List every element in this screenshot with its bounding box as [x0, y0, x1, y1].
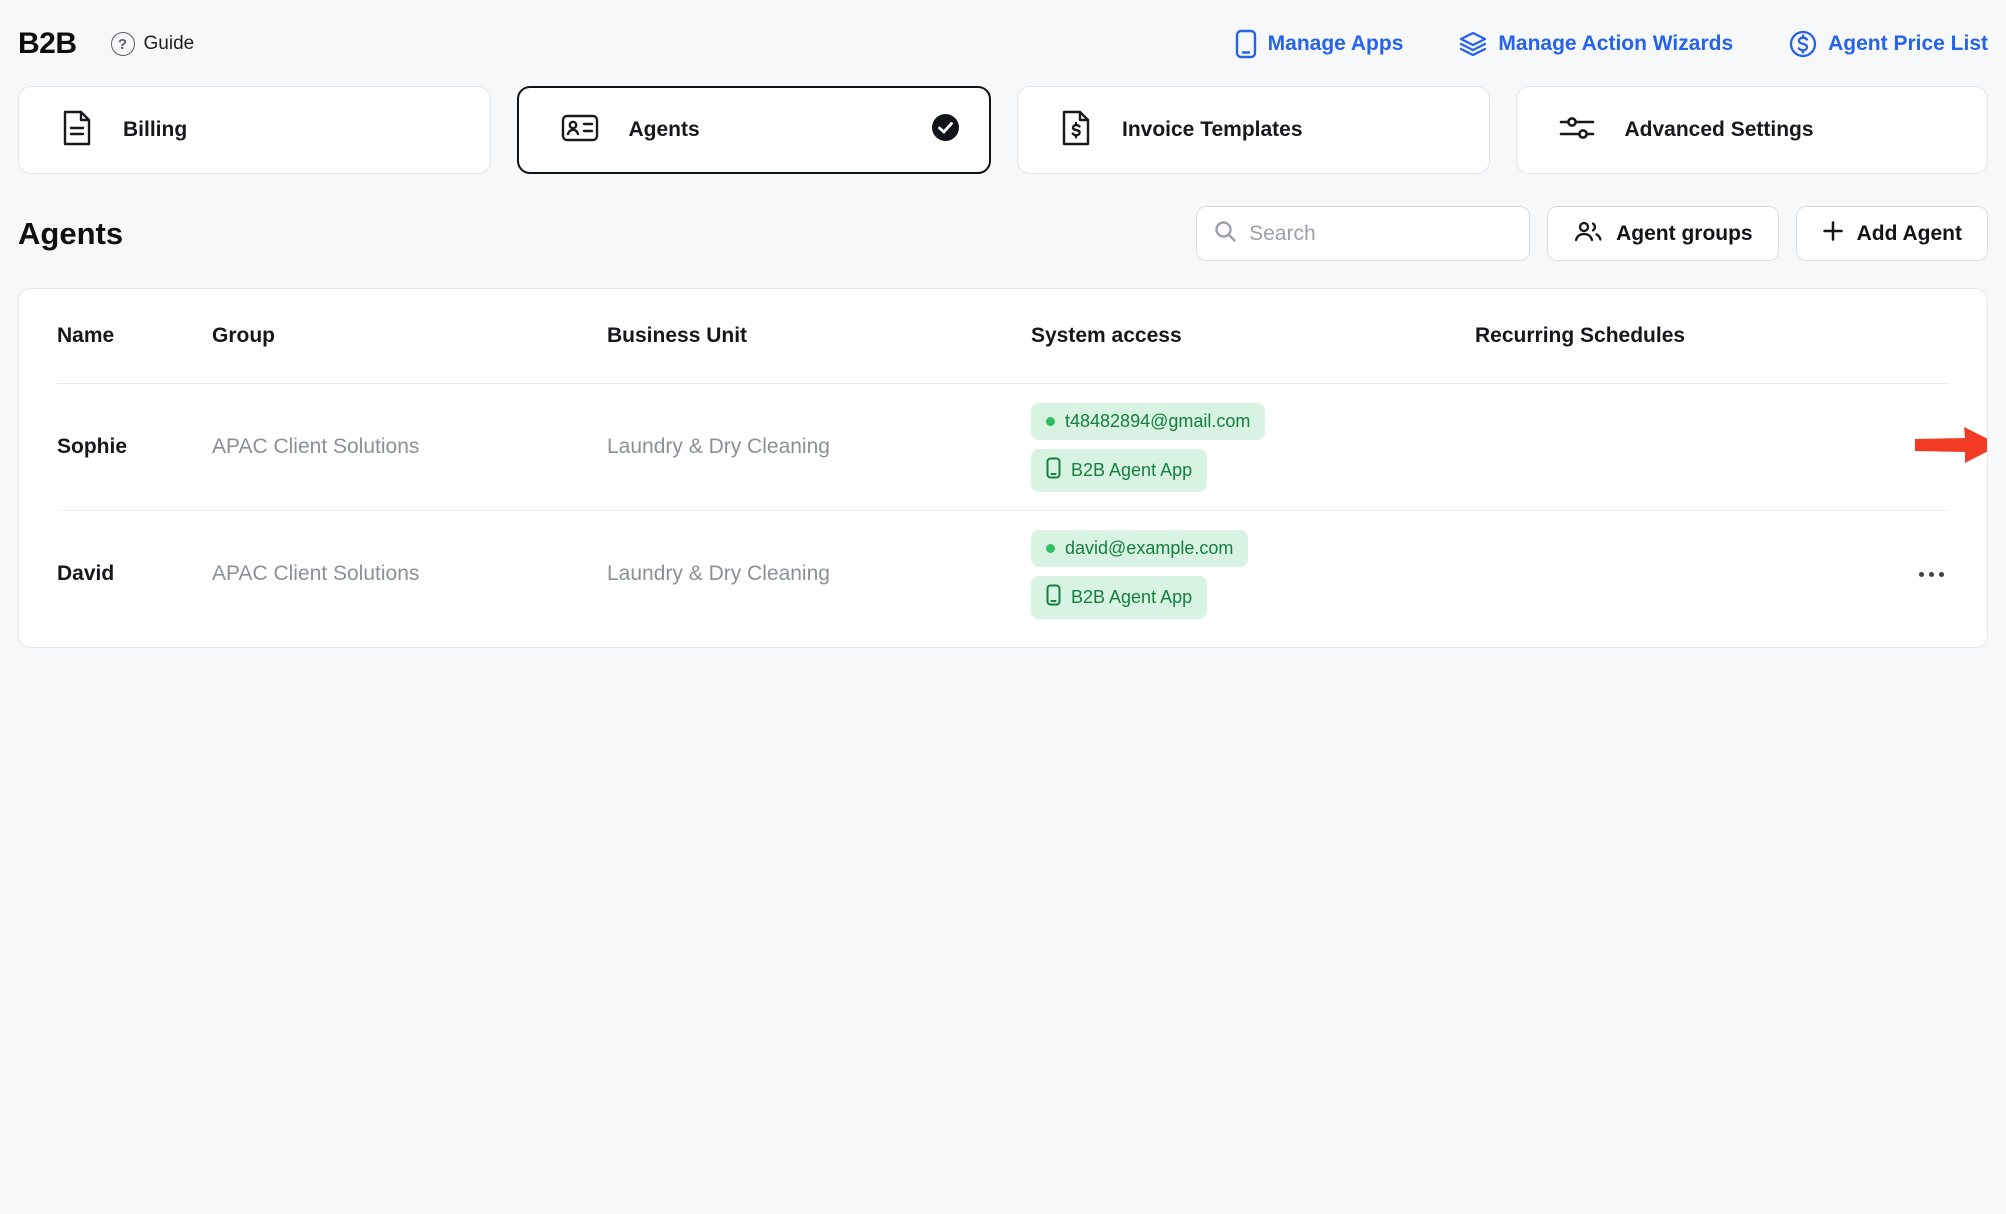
tab-agents[interactable]: Agents: [516, 86, 991, 174]
guide-label: Guide: [143, 33, 195, 54]
phone-small-icon: [1046, 584, 1061, 611]
page-title: Agents: [18, 215, 124, 251]
invoice-document-icon: [1060, 110, 1092, 151]
plus-icon: [1822, 220, 1844, 248]
row-actions: [1915, 562, 1948, 587]
status-dot-icon: [1046, 543, 1055, 553]
email-access-label: david@example.com: [1065, 537, 1234, 558]
question-circle-icon: ?: [110, 32, 135, 56]
manage-action-wizards-link[interactable]: Manage Action Wizards: [1459, 30, 1733, 58]
app-access-badge: B2B Agent App: [1031, 448, 1208, 492]
email-access-badge: t48482894@gmail.com: [1031, 402, 1266, 440]
agent-group: APAC Client Solutions: [212, 435, 420, 458]
column-header-business-unit: Business Unit: [607, 324, 748, 347]
table-header-row: Name Group Business Unit System access R…: [19, 289, 1987, 383]
annotation-arrow-icon: [1915, 424, 1987, 471]
system-access-badges: t48482894@gmail.com B2B Agent App: [1031, 402, 1475, 492]
agent-business-unit: Laundry & Dry Cleaning: [607, 435, 830, 458]
status-dot-icon: [1046, 416, 1055, 426]
app-access-badge: B2B Agent App: [1031, 575, 1208, 619]
agents-table: Name Group Business Unit System access R…: [18, 288, 1988, 648]
agents-toolbar: Agents Search Agent groups Add Agent: [18, 206, 1988, 261]
manage-apps-label: Manage Apps: [1267, 32, 1404, 55]
dollar-circle-icon: [1789, 30, 1817, 58]
billing-document-icon: [61, 110, 93, 151]
agent-business-unit: Laundry & Dry Cleaning: [607, 562, 830, 585]
agent-groups-label: Agent groups: [1616, 221, 1753, 245]
add-agent-label: Add Agent: [1856, 221, 1962, 245]
guide-button[interactable]: ? Guide: [110, 32, 195, 56]
tab-advanced-settings-label: Advanced Settings: [1624, 118, 1814, 141]
agent-name: Sophie: [57, 435, 128, 458]
app-access-label: B2B Agent App: [1071, 459, 1193, 480]
agent-group: APAC Client Solutions: [212, 562, 420, 585]
page: B2B ? Guide Manage Apps Manage Action Wi…: [0, 0, 2006, 1214]
agent-price-list-label: Agent Price List: [1828, 32, 1988, 55]
table-row: Sophie APAC Client Solutions Laundry & D…: [19, 384, 1987, 510]
top-links: Manage Apps Manage Action Wizards Agent …: [1235, 29, 1988, 59]
top-bar: B2B ? Guide Manage Apps Manage Action Wi…: [18, 16, 1988, 72]
check-circle-icon: [932, 114, 959, 146]
sliders-icon: [1559, 113, 1595, 148]
search-icon: [1213, 219, 1237, 248]
agent-price-list-link[interactable]: Agent Price List: [1789, 30, 1988, 58]
phone-icon: [1235, 29, 1257, 59]
toolbar-actions: Agent groups Add Agent: [1196, 206, 1988, 261]
tab-invoice-templates-label: Invoice Templates: [1122, 118, 1303, 141]
layers-icon: [1459, 30, 1487, 58]
add-agent-button[interactable]: Add Agent: [1795, 206, 1988, 261]
manage-action-wizards-label: Manage Action Wizards: [1498, 32, 1734, 55]
people-icon: [1573, 219, 1603, 249]
system-access-badges: david@example.com B2B Agent App: [1031, 529, 1475, 619]
table-row: David APAC Client Solutions Laundry & Dr…: [19, 511, 1987, 637]
column-header-name: Name: [57, 324, 115, 347]
tab-billing[interactable]: Billing: [18, 86, 491, 174]
search-box[interactable]: [1196, 206, 1531, 261]
row-menu-button[interactable]: [1915, 562, 1948, 587]
agent-groups-button[interactable]: Agent groups: [1547, 206, 1779, 261]
column-header-recurring-schedules: Recurring Schedules: [1475, 324, 1686, 347]
row-actions: [1915, 424, 1987, 471]
email-access-label: t48482894@gmail.com: [1065, 410, 1251, 431]
agent-name: David: [57, 562, 115, 585]
search-input[interactable]: [1249, 221, 1521, 246]
email-access-badge: david@example.com: [1031, 529, 1249, 567]
app-logo: B2B: [18, 27, 77, 60]
tab-billing-label: Billing: [123, 118, 188, 141]
tab-agents-label: Agents: [628, 118, 700, 141]
column-header-group: Group: [212, 324, 275, 347]
manage-apps-link[interactable]: Manage Apps: [1235, 29, 1404, 59]
app-access-label: B2B Agent App: [1071, 586, 1193, 607]
id-card-icon: [561, 112, 599, 149]
tab-advanced-settings[interactable]: Advanced Settings: [1515, 86, 1988, 174]
section-tabs: Billing Agents Invoice Templates Advance…: [18, 86, 1988, 174]
tab-invoice-templates[interactable]: Invoice Templates: [1017, 86, 1490, 174]
phone-small-icon: [1046, 457, 1061, 484]
column-header-system-access: System access: [1031, 324, 1182, 347]
